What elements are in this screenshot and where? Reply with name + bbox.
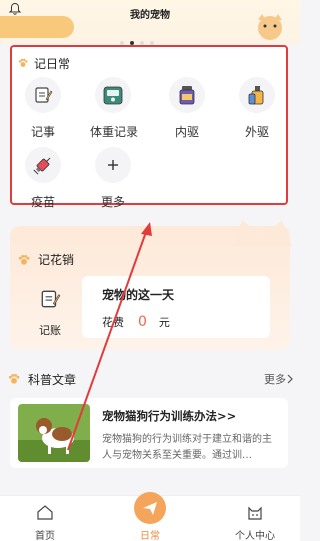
cost-value: 0 xyxy=(138,314,147,330)
article-title: 宠物猫狗行为训练办法>> xyxy=(102,409,237,423)
article-thumbnail xyxy=(18,404,90,462)
ledger-label: 记账 xyxy=(39,324,61,337)
dog-image xyxy=(18,404,90,462)
tab-label: 个人中心 xyxy=(235,531,275,541)
tile-external-deworming[interactable]: 外驱 xyxy=(234,77,280,140)
paw-icon xyxy=(18,254,30,265)
chevron-right-icon xyxy=(287,374,293,384)
day-summary-title: 宠物的这一天 xyxy=(102,288,175,302)
carousel-dots xyxy=(120,30,180,45)
home-icon xyxy=(37,505,53,520)
banner-cat-icon xyxy=(258,14,282,40)
spray-bottle-icon xyxy=(248,86,264,105)
cost-unit: 元 xyxy=(158,316,170,329)
more-label: 更多 xyxy=(264,373,286,386)
plus-icon xyxy=(108,160,118,170)
tile-notes[interactable]: 记事 xyxy=(20,77,66,140)
cost-label: 花费 xyxy=(102,316,124,329)
tile-label: 记事 xyxy=(30,125,55,139)
notepad-icon xyxy=(41,290,61,308)
medicine-bottle-icon xyxy=(179,86,195,105)
paper-plane-icon xyxy=(143,502,157,515)
tile-label: 疫苗 xyxy=(30,195,55,209)
article-description: 宠物猫狗的行为训练对于建立和谐的主人与宠物关系至关重要。通过训… xyxy=(102,434,272,461)
tab-daily[interactable] xyxy=(134,492,166,524)
cat-face-icon xyxy=(248,506,262,520)
expense-section-title: 记花销 xyxy=(38,253,75,267)
tile-label: 体重记录 xyxy=(90,125,139,139)
cost-row: 花费 0 元 xyxy=(102,314,170,330)
day-summary-card[interactable]: 宠物的这一天 花费 0 元 xyxy=(82,276,270,338)
tab-profile[interactable]: 个人中心 xyxy=(220,504,290,541)
articles-section-header: 科普文章 更多 xyxy=(8,371,294,387)
scale-icon xyxy=(103,86,123,105)
header: 我的宠物 xyxy=(0,0,300,45)
more-link[interactable]: 更多 xyxy=(264,371,294,387)
daily-section-title: 记日常 xyxy=(34,56,71,71)
tab-label: 首页 xyxy=(35,531,55,541)
article-card[interactable]: 宠物猫狗行为训练办法>> 宠物猫狗的行为训练对于建立和谐的主人与宠物关系至关重要… xyxy=(10,398,288,468)
banner-image-left[interactable] xyxy=(0,16,74,38)
expense-section-header: 记花销 xyxy=(18,251,74,268)
cat-ear-decoration xyxy=(232,220,292,246)
tile-label: 外驱 xyxy=(244,125,269,139)
notepad-icon xyxy=(35,87,53,103)
tab-label-daily: 日常 xyxy=(140,531,160,541)
daily-section-header: 记日常 xyxy=(18,55,70,71)
tile-vaccine[interactable]: 疫苗 xyxy=(20,147,66,210)
articles-section-title: 科普文章 xyxy=(28,372,77,387)
daily-records-card: 记日常 记事 体重记录 内驱 外驱 疫苗 更多 xyxy=(10,45,288,209)
tile-label: 更多 xyxy=(100,195,125,209)
tab-home[interactable]: 首页 xyxy=(10,504,80,541)
tile-more[interactable]: 更多 xyxy=(90,147,136,210)
paw-icon xyxy=(18,58,28,67)
ledger-button[interactable]: 记账 xyxy=(28,288,72,338)
tile-internal-deworming[interactable]: 内驱 xyxy=(164,77,210,140)
paw-icon xyxy=(8,373,20,384)
syringe-icon xyxy=(33,157,51,175)
tile-label: 内驱 xyxy=(174,125,199,139)
tile-weight[interactable]: 体重记录 xyxy=(90,77,139,140)
